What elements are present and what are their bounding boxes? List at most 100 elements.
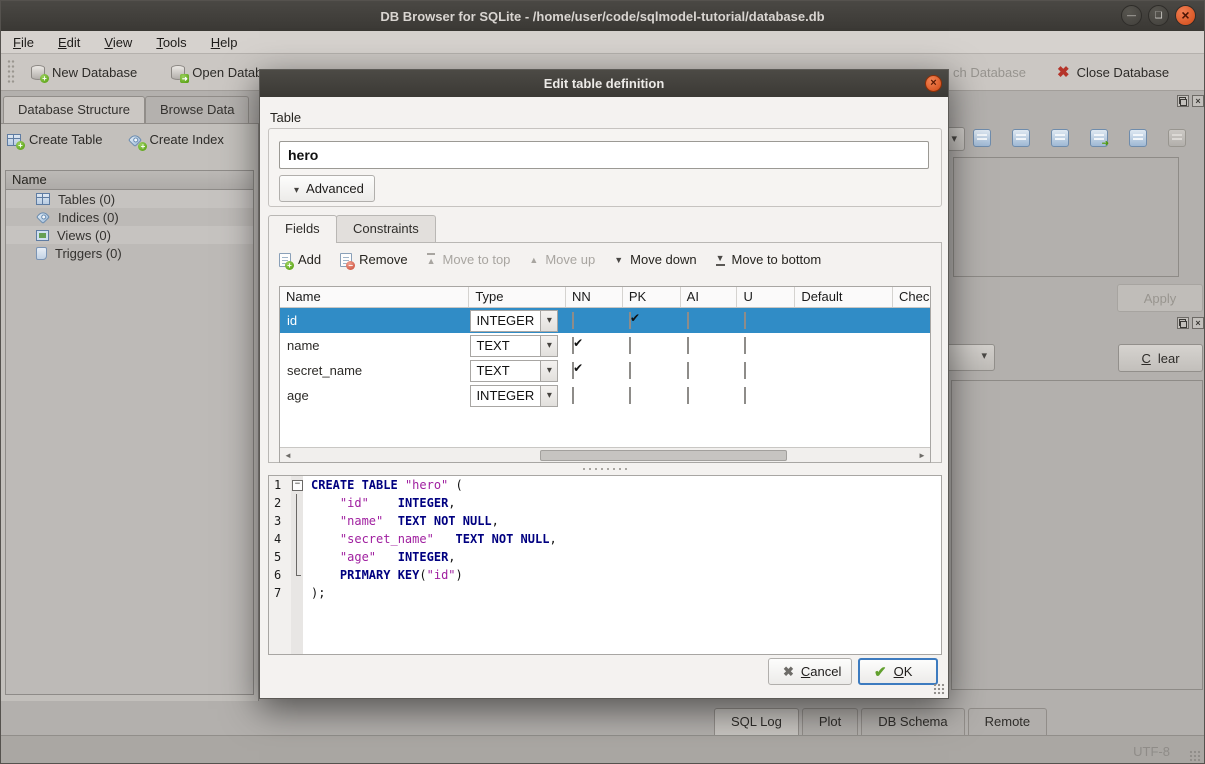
tab-database-structure[interactable]: Database Structure: [3, 96, 145, 124]
tab-plot[interactable]: Plot: [802, 708, 858, 735]
close-dock-icon[interactable]: [1192, 317, 1204, 329]
cell-editor-area[interactable]: [953, 157, 1179, 277]
field-row-name[interactable]: name TEXT: [280, 333, 930, 358]
create-table-button[interactable]: Create Table: [7, 132, 102, 147]
close-dock-icon[interactable]: [1192, 95, 1204, 107]
ok-button[interactable]: OK: [858, 658, 938, 685]
tree-item-views[interactable]: Views (0): [6, 226, 253, 244]
u-checkbox[interactable]: [744, 337, 746, 354]
resize-grip[interactable]: [1189, 750, 1201, 762]
close-database-button[interactable]: Close Database: [1049, 59, 1177, 85]
advanced-button[interactable]: Advanced: [279, 175, 375, 202]
move-to-bottom-button[interactable]: ▼ Move to bottom: [716, 252, 822, 267]
tab-db-schema[interactable]: DB Schema: [861, 708, 964, 735]
move-to-top-icon: ▲: [427, 253, 436, 266]
u-checkbox[interactable]: [744, 362, 746, 379]
main-tabbar: Database Structure Browse Data: [3, 96, 249, 124]
table-name-input[interactable]: [279, 141, 929, 169]
dialog-close-button[interactable]: [925, 75, 942, 92]
field-row-secret-name[interactable]: secret_name TEXT: [280, 358, 930, 383]
type-combo[interactable]: INTEGER: [470, 385, 566, 407]
menu-edit[interactable]: Edit: [58, 35, 80, 50]
word-wrap-icon[interactable]: [973, 129, 991, 147]
splitter-handle[interactable]: [581, 467, 627, 471]
nn-checkbox[interactable]: [572, 337, 574, 354]
field-row-id[interactable]: id INTEGER: [280, 308, 930, 333]
move-to-top-button: ▲ Move to top: [427, 252, 511, 267]
chevron-down-icon: [541, 310, 558, 332]
sql-preview[interactable]: 1CREATE TABLE "hero" (2 "id" INTEGER,3 "…: [268, 475, 942, 655]
pk-checkbox[interactable]: [629, 337, 631, 354]
move-down-button[interactable]: ▼ Move down: [614, 252, 696, 267]
new-database-button[interactable]: New Database: [23, 61, 145, 84]
menu-view[interactable]: View: [104, 35, 132, 50]
link-icon[interactable]: [1129, 129, 1147, 147]
tab-fields[interactable]: Fields: [268, 215, 337, 243]
clear-button[interactable]: Clear: [1118, 344, 1203, 372]
chevron-down-icon: [541, 360, 558, 382]
scroll-right-icon[interactable]: [915, 449, 929, 462]
pk-checkbox[interactable]: [629, 387, 631, 404]
tree-item-indices[interactable]: Indices (0): [6, 208, 253, 226]
maximize-button[interactable]: [1148, 5, 1169, 26]
scroll-left-icon[interactable]: [281, 449, 295, 462]
nn-checkbox[interactable]: [572, 387, 574, 404]
tab-browse-data[interactable]: Browse Data: [145, 96, 249, 124]
add-field-button[interactable]: Add: [279, 252, 321, 267]
dialog-resize-grip[interactable]: [933, 683, 945, 695]
tab-remote[interactable]: Remote: [968, 708, 1048, 735]
ai-checkbox[interactable]: [687, 312, 689, 329]
tree-item-triggers[interactable]: Triggers (0): [6, 244, 253, 262]
save-icon[interactable]: [1051, 129, 1069, 147]
menu-tools[interactable]: Tools: [156, 35, 186, 50]
field-row-age[interactable]: age INTEGER: [280, 383, 930, 408]
tag-icon: [36, 210, 50, 224]
fields-tab-frame: Add Remove ▲ Move to top ▲ Move up ▼ Mov…: [268, 242, 942, 463]
close-window-button[interactable]: [1175, 5, 1196, 26]
edit-cell-toolbar: [973, 129, 1205, 147]
type-combo[interactable]: TEXT: [470, 335, 566, 357]
type-combo[interactable]: INTEGER: [470, 310, 566, 332]
edit-table-definition-dialog: Edit table definition Table Advanced Fie…: [259, 69, 949, 699]
float-dock-icon[interactable]: [1177, 95, 1189, 107]
sql-log-area[interactable]: [951, 380, 1203, 690]
type-combo[interactable]: TEXT: [470, 360, 566, 382]
ai-checkbox[interactable]: [687, 387, 689, 404]
float-dock-icon[interactable]: [1177, 317, 1189, 329]
tab-sql-log[interactable]: SQL Log: [714, 708, 799, 735]
export-icon[interactable]: [1090, 129, 1108, 147]
table-label: Table: [270, 110, 301, 125]
dialog-titlebar[interactable]: Edit table definition: [260, 70, 948, 97]
u-checkbox[interactable]: [744, 387, 746, 404]
tree-item-tables[interactable]: Tables (0): [6, 190, 253, 208]
move-up-button: ▲ Move up: [529, 252, 595, 267]
apply-button: Apply: [1117, 284, 1203, 312]
titlebar[interactable]: DB Browser for SQLite - /home/user/code/…: [1, 1, 1204, 31]
u-checkbox[interactable]: [744, 312, 746, 329]
tab-constraints[interactable]: Constraints: [336, 215, 436, 242]
toolbar-drag-handle[interactable]: [7, 59, 15, 85]
horizontal-scrollbar[interactable]: [280, 447, 930, 462]
pk-checkbox[interactable]: [629, 362, 631, 379]
sql-log-filter-combo[interactable]: [945, 344, 995, 371]
minimize-button[interactable]: [1121, 5, 1142, 26]
tree-header-name[interactable]: Name: [6, 171, 253, 190]
menu-file[interactable]: File: [13, 35, 34, 50]
ai-checkbox[interactable]: [687, 362, 689, 379]
create-index-button[interactable]: Create Index: [128, 132, 223, 147]
import-icon[interactable]: [1012, 129, 1030, 147]
monitor-icon: [36, 230, 49, 241]
menubar: File Edit View Tools Help: [1, 31, 1204, 54]
pk-checkbox[interactable]: [629, 312, 631, 329]
database-structure-panel: Create Table Create Index Name Tables (0…: [1, 123, 259, 701]
ai-checkbox[interactable]: [687, 337, 689, 354]
schema-tree: Name Tables (0) Indices (0) Views (0) Tr…: [5, 170, 254, 695]
cancel-button[interactable]: Cancel: [768, 658, 852, 685]
nn-checkbox[interactable]: [572, 312, 574, 329]
scrollbar-thumb[interactable]: [540, 450, 787, 461]
nn-checkbox[interactable]: [572, 362, 574, 379]
menu-help[interactable]: Help: [211, 35, 238, 50]
remove-field-button[interactable]: Remove: [340, 252, 407, 267]
cell-mode-combo-fragment[interactable]: [947, 127, 965, 151]
dialog-title: Edit table definition: [544, 76, 665, 91]
